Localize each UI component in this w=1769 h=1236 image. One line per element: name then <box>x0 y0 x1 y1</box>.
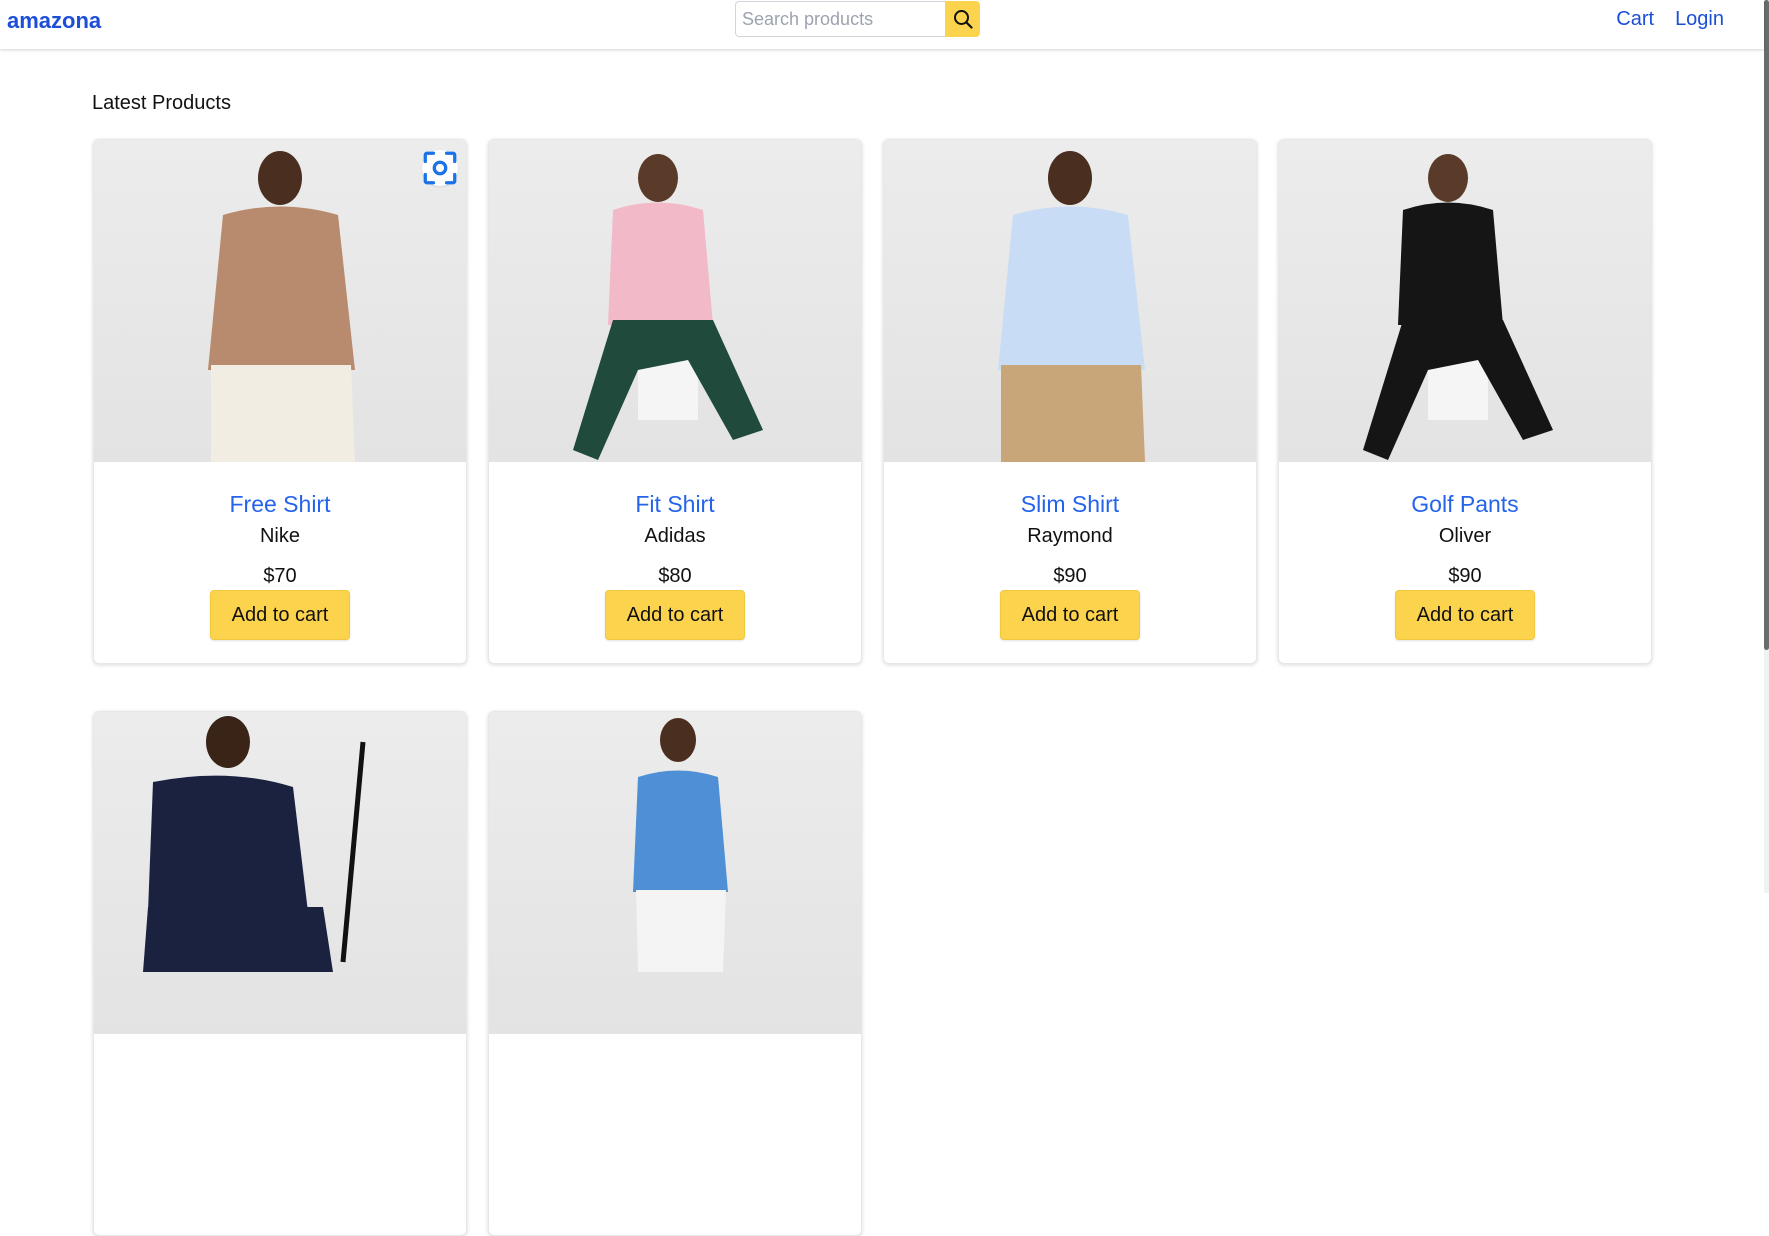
nav-links: Cart Login <box>1616 8 1724 31</box>
product-photo <box>208 151 355 462</box>
product-brand: Oliver <box>1438 525 1492 547</box>
search-icon <box>953 10 973 29</box>
add-to-cart-button[interactable]: Add to cart <box>210 590 350 640</box>
product-photo <box>1363 154 1553 460</box>
login-link[interactable]: Login <box>1675 8 1724 31</box>
product-image[interactable] <box>1279 140 1651 462</box>
add-to-cart-button[interactable]: Add to cart <box>1000 590 1140 640</box>
product-name-link[interactable]: Free Shirt <box>94 489 466 519</box>
search-form <box>735 1 980 37</box>
add-to-cart-button[interactable]: Add to cart <box>1395 590 1535 640</box>
product-card: Free Shirt Nike $70 Add to cart <box>93 139 467 664</box>
product-name-link[interactable]: Fit Shirt <box>489 489 861 519</box>
brand-logo-link[interactable]: amazona <box>7 8 101 34</box>
section-title: Latest Products <box>92 92 231 114</box>
add-to-cart-button[interactable]: Add to cart <box>605 590 745 640</box>
lens-scan-icon <box>423 151 457 185</box>
product-card: Golf Pants Oliver $90 Add to cart <box>1278 139 1652 664</box>
product-grid: Free Shirt Nike $70 Add to cart Fit Shirt Ad… <box>93 139 1653 1236</box>
search-button[interactable] <box>945 1 980 37</box>
product-brand: Raymond <box>1027 525 1113 547</box>
product-image[interactable] <box>94 140 466 462</box>
product-card-body: Free Shirt Nike $70 Add to cart <box>94 489 466 640</box>
product-photo <box>573 154 763 460</box>
product-image[interactable] <box>94 712 466 1034</box>
product-image[interactable] <box>884 140 1256 462</box>
product-price: $80 <box>658 565 692 587</box>
product-price: $90 <box>1053 565 1087 587</box>
product-name-link[interactable]: Slim Shirt <box>884 489 1256 519</box>
product-name-link[interactable]: Golf Pants <box>1279 489 1651 519</box>
product-photo <box>633 718 728 972</box>
cart-link[interactable]: Cart <box>1616 8 1654 31</box>
top-navbar: amazona Cart Login <box>0 0 1764 49</box>
lens-scan-button[interactable] <box>422 150 458 186</box>
page-scrollbar[interactable] <box>1764 0 1769 893</box>
product-card-body: Slim Shirt Raymond $90 Add to cart <box>884 489 1256 640</box>
product-price: $90 <box>1448 565 1482 587</box>
product-card <box>93 711 467 1236</box>
product-card-body: Fit Shirt Adidas $80 Add to cart <box>489 489 861 640</box>
product-card: Fit Shirt Adidas $80 Add to cart <box>488 139 862 664</box>
product-photo <box>998 151 1145 462</box>
product-card-body: Golf Pants Oliver $90 Add to cart <box>1279 489 1651 640</box>
product-card <box>488 711 862 1236</box>
product-image[interactable] <box>489 712 861 1034</box>
product-card: Slim Shirt Raymond $90 Add to cart <box>883 139 1257 664</box>
product-image[interactable] <box>489 140 861 462</box>
product-price: $70 <box>263 565 297 587</box>
scrollbar-thumb[interactable] <box>1764 0 1769 650</box>
product-brand: Adidas <box>644 525 706 547</box>
product-photo <box>143 716 366 972</box>
search-input[interactable] <box>735 1 945 37</box>
product-brand: Nike <box>259 525 300 547</box>
